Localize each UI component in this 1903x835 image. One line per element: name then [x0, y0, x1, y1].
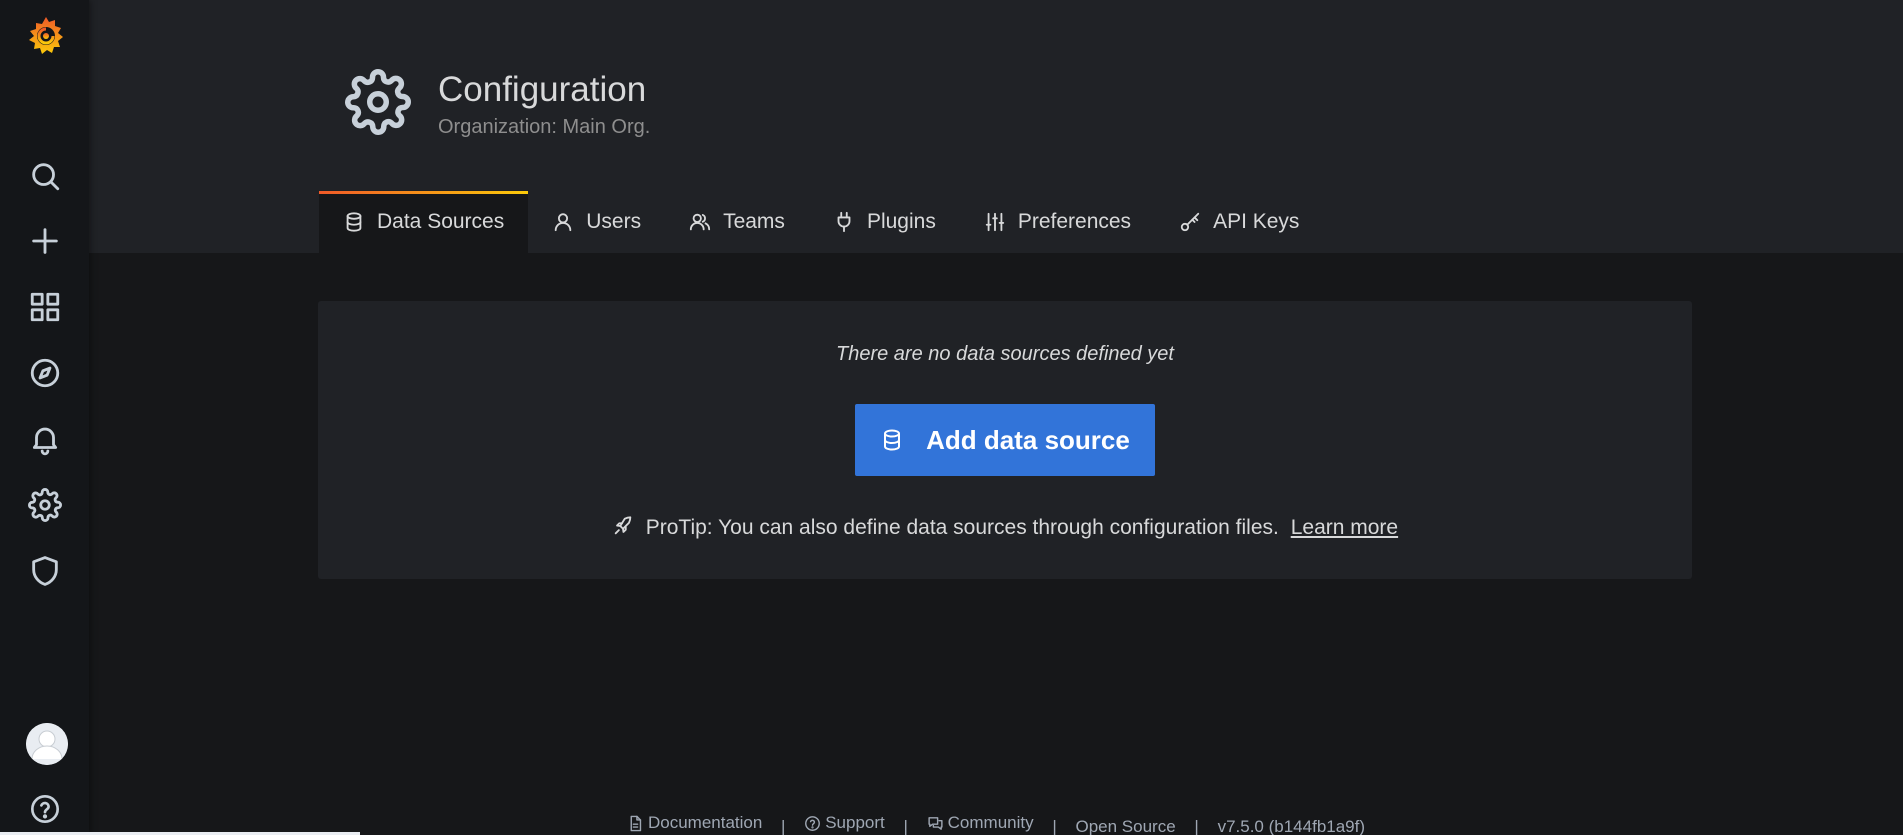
grafana-logo[interactable] [24, 14, 68, 58]
sidebar-item-help[interactable] [0, 782, 89, 835]
footer-separator: | [1194, 816, 1199, 835]
question-circle-icon [30, 795, 59, 823]
key-icon [1180, 212, 1200, 232]
sidebar-item-dashboards[interactable] [0, 280, 89, 334]
footer-open-source-link[interactable]: Open Source [1076, 817, 1176, 835]
apps-icon [30, 292, 59, 322]
add-data-source-button[interactable]: Add data source [855, 404, 1155, 476]
user-icon [554, 213, 572, 232]
database-icon [346, 212, 362, 232]
tab-data-sources[interactable]: Data Sources [319, 191, 529, 253]
footer-separator: | [1052, 816, 1057, 835]
tab-api-keys[interactable]: API Keys [1155, 191, 1323, 253]
question-circle-icon [805, 815, 821, 831]
users-icon [689, 213, 711, 231]
tab-users[interactable]: Users [528, 191, 665, 253]
sidebar-item-configuration[interactable] [0, 478, 89, 532]
protip: ProTip: You can also define data sources… [318, 515, 1692, 540]
footer-documentation-label: Documentation [647, 813, 763, 832]
footer-open-source-label: Open Source [1075, 816, 1176, 835]
empty-state-card: There are no data sources defined yet Ad… [318, 301, 1692, 579]
footer-community-label: Community [947, 813, 1034, 832]
footer-support-link[interactable]: Support [804, 813, 885, 833]
gear-icon [345, 69, 411, 135]
bell-icon [32, 427, 57, 456]
footer: Documentation | Support | Community | Op… [89, 813, 1903, 835]
comments-icon [928, 816, 943, 830]
database-icon [884, 429, 901, 451]
tab-label: Plugins [866, 210, 936, 233]
footer-version: v7.5.0 (b144fb1a9f) [1218, 817, 1365, 835]
footer-version-label: v7.5.0 (b144fb1a9f) [1217, 816, 1366, 835]
sidebar-item-alerting[interactable] [0, 412, 89, 466]
sidebar-item-create[interactable] [0, 214, 89, 268]
rocket-icon [614, 516, 632, 535]
empty-state-message: There are no data sources defined yet [836, 343, 1174, 365]
tab-label: API Keys [1213, 210, 1300, 233]
sidebar-item-explore[interactable] [0, 346, 89, 400]
footer-documentation-link[interactable]: Documentation [627, 813, 762, 833]
footer-separator: | [903, 816, 908, 835]
sidebar [0, 0, 89, 835]
sidebar-item-search[interactable] [0, 149, 89, 203]
tab-label: Teams [723, 210, 785, 233]
tab-teams[interactable]: Teams [665, 191, 809, 253]
tab-plugins[interactable]: Plugins [809, 191, 960, 253]
compass-icon [30, 358, 59, 388]
learn-more-link[interactable]: Learn more [1291, 516, 1398, 539]
search-icon [31, 163, 59, 191]
plug-icon [837, 211, 851, 233]
plus-icon [31, 228, 58, 254]
sidebar-item-server-admin[interactable] [0, 544, 89, 598]
footer-separator: | [781, 816, 786, 835]
sliders-icon [985, 212, 1004, 232]
tab-label: Data Sources [377, 210, 505, 233]
add-data-source-label: Add data source [926, 424, 1130, 455]
shield-icon [31, 556, 58, 586]
avatar[interactable] [26, 723, 68, 765]
page-subtitle: Organization: Main Org. [438, 116, 651, 138]
page-header: Configuration Organization: Main Org. Da… [89, 0, 1903, 253]
gear-icon [27, 488, 62, 522]
tab-label: Users [586, 210, 642, 233]
page-title: Configuration [438, 70, 647, 109]
document-icon [630, 815, 642, 831]
footer-support-label: Support [825, 813, 885, 832]
protip-text: ProTip: You can also define data sources… [645, 516, 1279, 539]
tab-bar: Data Sources Users Teams Plugins Prefere… [319, 191, 1323, 253]
app-root: Configuration Organization: Main Org. Da… [0, 0, 1903, 835]
tab-preferences[interactable]: Preferences [960, 191, 1155, 253]
footer-community-link[interactable]: Community [927, 813, 1034, 833]
tab-label: Preferences [1017, 210, 1132, 233]
